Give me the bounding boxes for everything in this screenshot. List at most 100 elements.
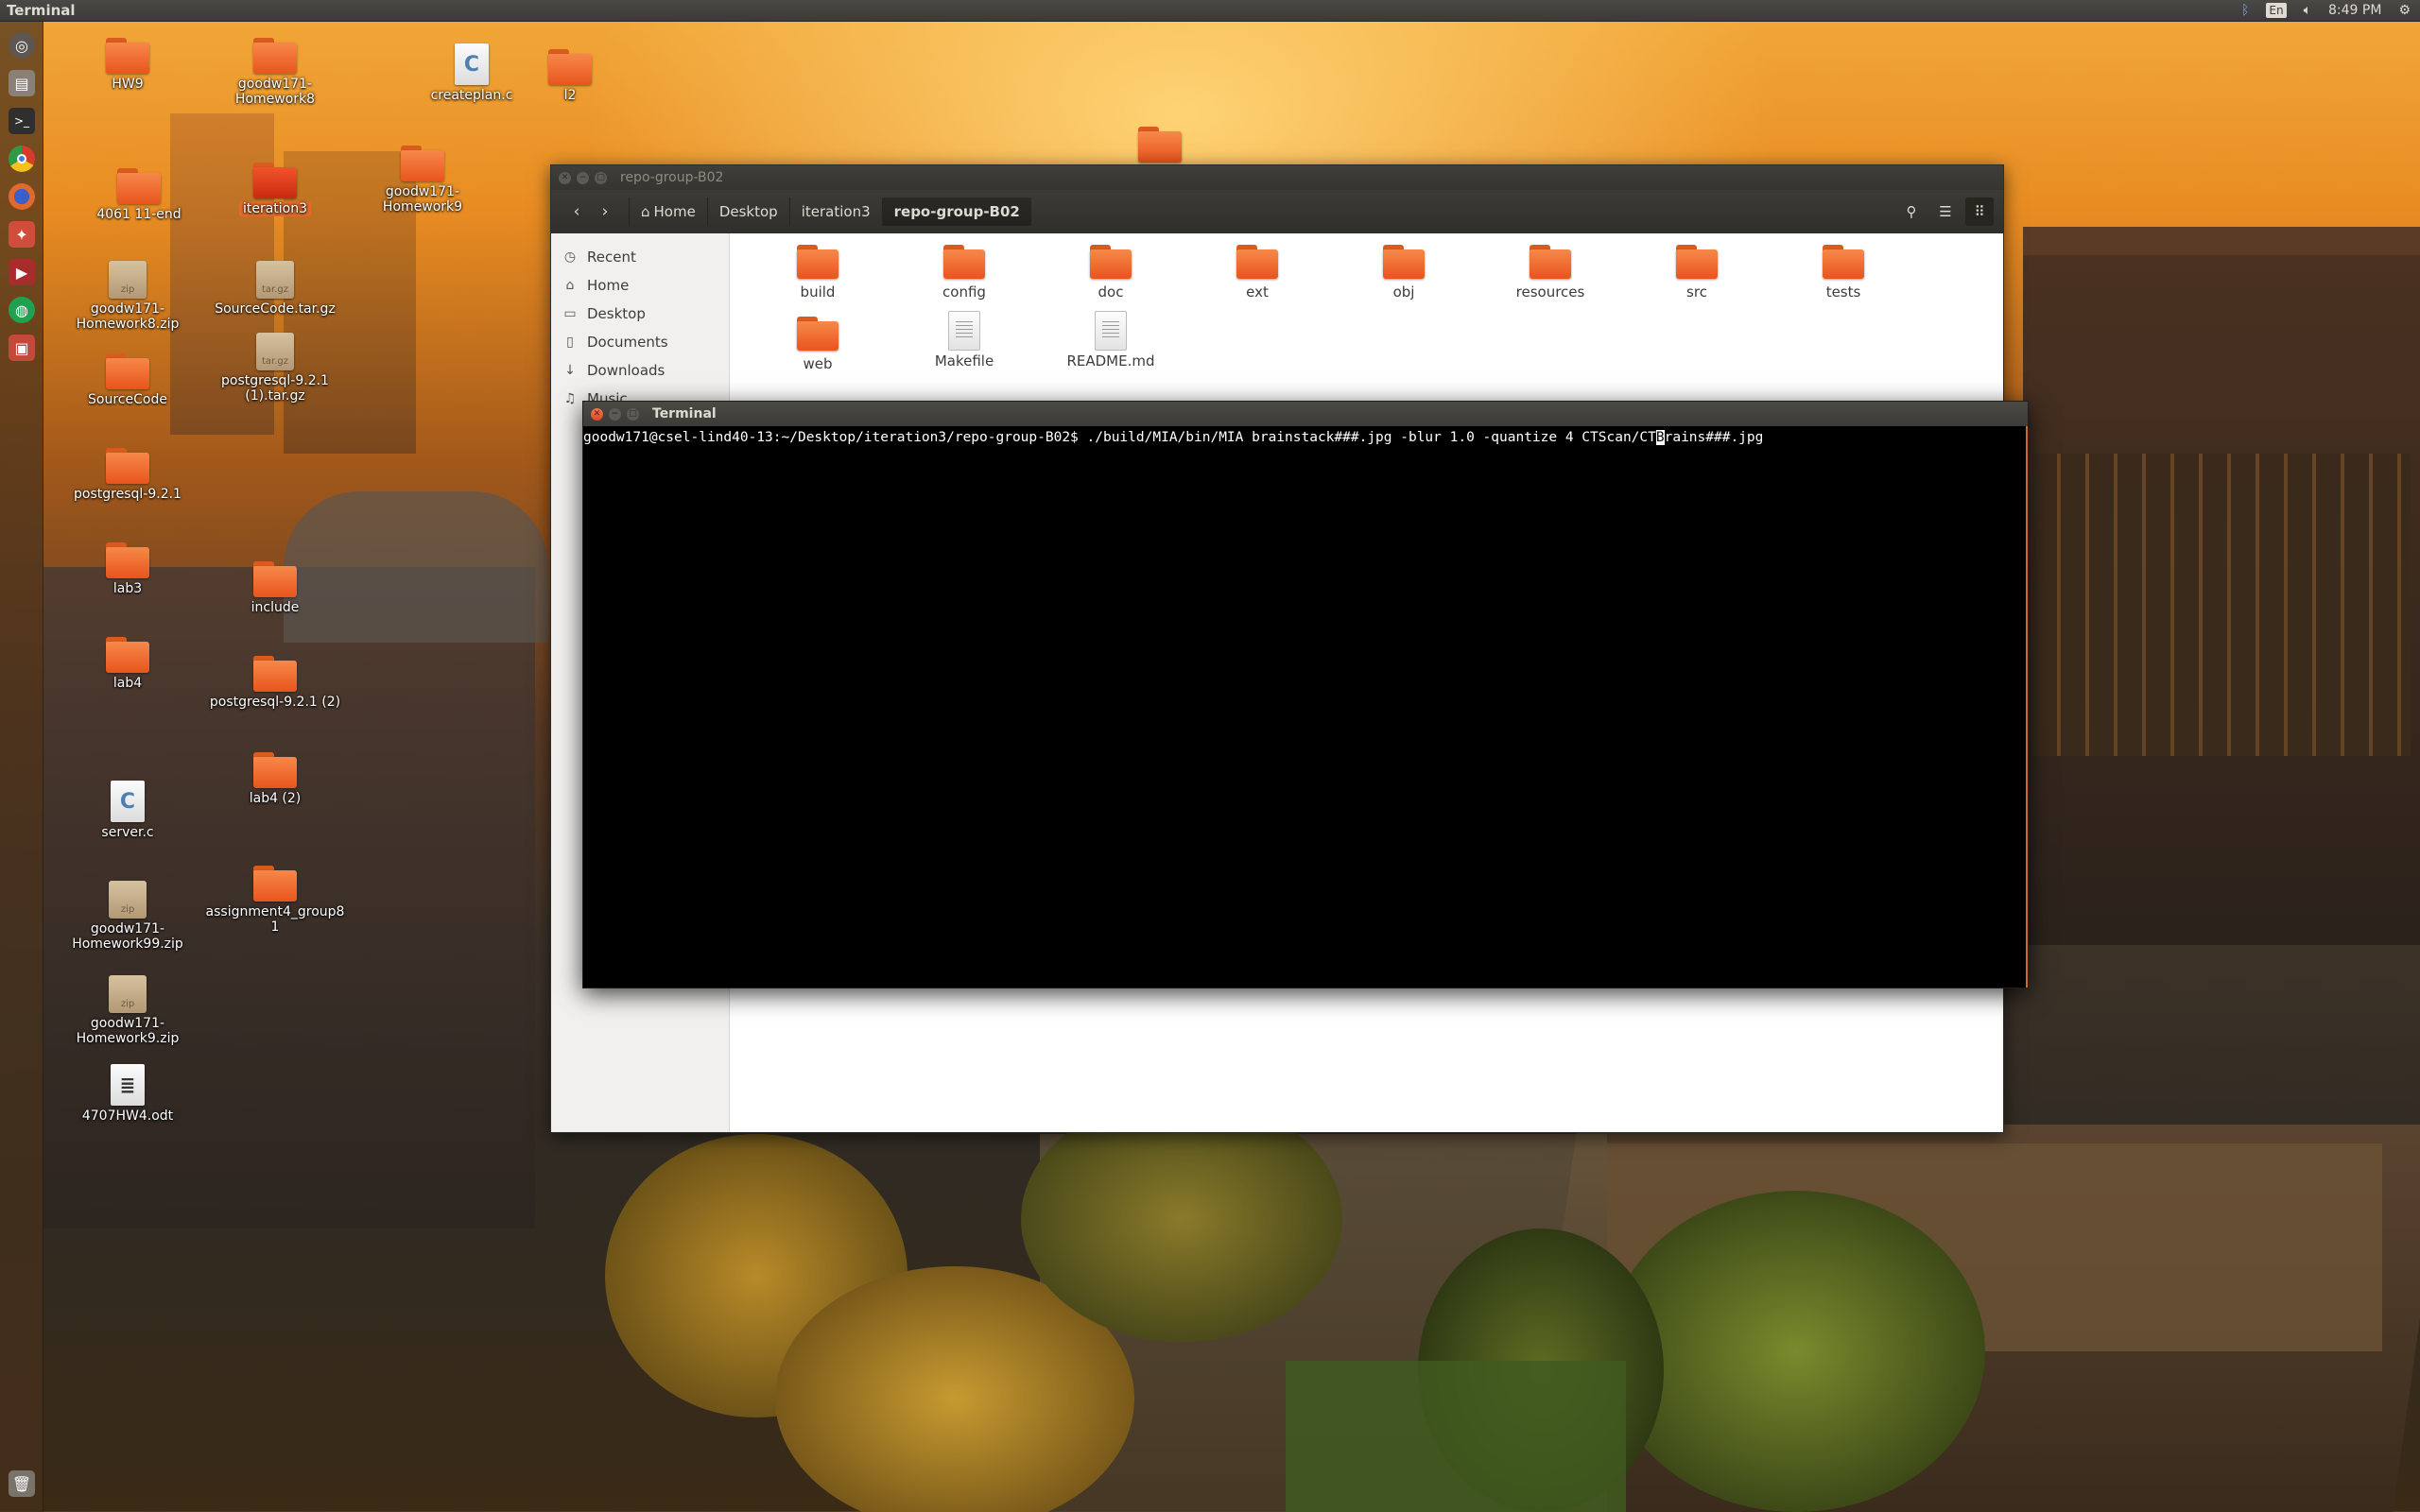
close-icon[interactable]: ✕ bbox=[559, 171, 571, 184]
desktop-icon[interactable]: assignment4_group81 bbox=[204, 866, 346, 935]
desktop-icon[interactable]: tar.gz SourceCode.tar.gz bbox=[204, 261, 346, 317]
sidebar-item-downloads[interactable]: ↓ Downloads bbox=[551, 356, 729, 385]
box-icon: ▣ bbox=[9, 335, 35, 361]
folder-icon bbox=[106, 637, 149, 673]
launcher-app[interactable]: ▶ bbox=[4, 256, 40, 288]
text-file-icon bbox=[948, 311, 980, 351]
desktop-icon[interactable]: SourceCode bbox=[57, 353, 199, 407]
desktop-icon[interactable]: Cserver.c bbox=[57, 781, 199, 840]
desktop-icon-label: lab3 bbox=[112, 581, 143, 596]
launcher-app[interactable]: ▣ bbox=[4, 332, 40, 364]
file-label: config bbox=[942, 284, 986, 301]
launcher-trash[interactable]: 🗑︎ bbox=[4, 1468, 40, 1500]
grid-view-button[interactable]: ⠿ bbox=[1965, 198, 1994, 226]
desktop-icon[interactable]: HW9 bbox=[57, 38, 199, 92]
folder-icon bbox=[106, 353, 149, 389]
folder-icon bbox=[253, 38, 297, 74]
desktop-icon[interactable]: tar.gz postgresql-9.2.1 (1).tar.gz bbox=[204, 333, 346, 404]
file-item[interactable]: README.md bbox=[1054, 311, 1167, 369]
window-title: Terminal bbox=[652, 406, 717, 421]
breadcrumb-home[interactable]: ⌂ Home bbox=[629, 198, 707, 226]
desktop-icon[interactable]: zip goodw171-Homework99.zip bbox=[57, 881, 199, 952]
breadcrumb-label: Home bbox=[653, 203, 696, 220]
launcher-settings[interactable]: ✦ bbox=[4, 218, 40, 250]
c-source-icon: C bbox=[111, 781, 145, 822]
desktop-icon[interactable]: lab4 bbox=[57, 637, 199, 691]
folder-icon bbox=[253, 561, 297, 597]
launcher-firefox[interactable] bbox=[4, 180, 40, 213]
desktop-icon[interactable]: postgresql-9.2.1 bbox=[57, 448, 199, 502]
keyboard-language-indicator[interactable]: En bbox=[2266, 3, 2287, 18]
active-app-title: Terminal bbox=[7, 2, 76, 19]
desktop-icon-label: goodw171-Homework8 bbox=[234, 77, 316, 107]
window-controls: ✕ − □ bbox=[591, 407, 639, 421]
dash-button[interactable]: ◎ bbox=[4, 29, 40, 61]
file-manager-titlebar[interactable]: ✕ − □ repo-group-B02 bbox=[551, 165, 2003, 190]
gear-icon[interactable]: ⚙ bbox=[2398, 3, 2411, 18]
sidebar-item-desktop[interactable]: ▭ Desktop bbox=[551, 300, 729, 328]
clock[interactable]: 8:49 PM bbox=[2328, 3, 2381, 18]
desktop-icon-label: 4061 11-end bbox=[96, 207, 182, 222]
folder-icon bbox=[1530, 245, 1571, 279]
bluetooth-icon[interactable]: ᛒ bbox=[2241, 3, 2249, 18]
file-item[interactable]: web bbox=[761, 317, 874, 372]
file-item[interactable]: obj bbox=[1347, 245, 1461, 301]
ubuntu-logo-icon: ◎ bbox=[9, 32, 35, 59]
desktop-icon[interactable]: include bbox=[204, 561, 346, 615]
list-view-button[interactable]: ☰ bbox=[1931, 198, 1960, 226]
desktop-icon[interactable]: lab4 (2) bbox=[204, 752, 346, 806]
desktop-icon[interactable]: lab3 bbox=[57, 542, 199, 596]
breadcrumb-desktop[interactable]: Desktop bbox=[706, 198, 789, 226]
download-icon: ↓ bbox=[564, 363, 576, 378]
close-icon[interactable]: ✕ bbox=[591, 407, 603, 421]
desktop-icon[interactable]: goodw171-Homework9 bbox=[352, 146, 493, 215]
desktop-icon-selected[interactable]: iteration3 bbox=[204, 163, 346, 216]
sidebar-item-recent[interactable]: ◷ Recent bbox=[551, 243, 729, 271]
file-item[interactable]: resources bbox=[1494, 245, 1607, 301]
terminal-titlebar[interactable]: ✕ − □ Terminal bbox=[583, 402, 2028, 426]
desktop-icon[interactable]: zip goodw171-Homework9.zip bbox=[57, 975, 199, 1046]
file-item[interactable]: ext bbox=[1201, 245, 1314, 301]
sidebar-item-home[interactable]: ⌂ Home bbox=[551, 271, 729, 300]
maximize-icon[interactable]: □ bbox=[627, 407, 639, 421]
desktop-icon[interactable]: ≣ 4707HW4.odt bbox=[57, 1064, 199, 1124]
sidebar-item-documents[interactable]: ▯ Documents bbox=[551, 328, 729, 356]
desktop-icon[interactable]: goodw171-Homework8 bbox=[204, 38, 346, 107]
file-item[interactable]: tests bbox=[1787, 245, 1900, 301]
file-item[interactable]: src bbox=[1640, 245, 1754, 301]
launcher-app[interactable]: ◍ bbox=[4, 294, 40, 326]
desktop-icon[interactable]: 4061 11-end bbox=[68, 168, 210, 222]
file-item[interactable]: config bbox=[908, 245, 1021, 301]
breadcrumb-iteration3[interactable]: iteration3 bbox=[788, 198, 882, 226]
terminal-output[interactable]: goodw171@csel-lind40-13:~/Desktop/iterat… bbox=[583, 426, 2028, 988]
minimize-icon[interactable]: − bbox=[609, 407, 621, 421]
sidebar-item-label: Home bbox=[587, 277, 630, 294]
window-controls: ✕ − □ bbox=[559, 171, 607, 184]
home-icon: ⌂ bbox=[565, 278, 575, 293]
terminal-window[interactable]: ✕ − □ Terminal goodw171@csel-lind40-13:~… bbox=[582, 401, 2029, 988]
search-button[interactable]: ⚲ bbox=[1897, 198, 1926, 226]
file-label: ext bbox=[1246, 284, 1269, 301]
maximize-icon[interactable]: □ bbox=[595, 171, 607, 184]
launcher-terminal[interactable]: >_ bbox=[4, 105, 40, 137]
launcher-chrome[interactable] bbox=[4, 143, 40, 175]
file-item[interactable]: Makefile bbox=[908, 311, 1021, 369]
sidebar-item-label: Desktop bbox=[587, 305, 646, 322]
desktop-icon[interactable] bbox=[1089, 127, 1231, 165]
desktop-icon-label: SourceCode.tar.gz bbox=[215, 301, 336, 317]
sidebar-item-label: Downloads bbox=[587, 362, 666, 379]
desktop-icon-label: server.c bbox=[101, 825, 154, 840]
desktop-icon[interactable]: postgresql-9.2.1 (2) bbox=[204, 656, 346, 710]
forward-button[interactable]: › bbox=[591, 198, 619, 226]
file-item[interactable]: build bbox=[761, 245, 874, 301]
launcher-files[interactable]: ▤ bbox=[4, 67, 40, 99]
folder-icon bbox=[106, 448, 149, 484]
desktop-icon[interactable]: l2 bbox=[499, 49, 641, 103]
minimize-icon[interactable]: − bbox=[577, 171, 589, 184]
file-item[interactable]: doc bbox=[1054, 245, 1167, 301]
back-button[interactable]: ‹ bbox=[562, 198, 591, 226]
desktop-icon[interactable]: zip goodw171-Homework8.zip bbox=[57, 261, 199, 332]
volume-icon[interactable]: 🔈︎ bbox=[2304, 3, 2311, 18]
breadcrumb-current[interactable]: repo-group-B02 bbox=[881, 198, 1031, 226]
sidebar-item-label: Documents bbox=[587, 334, 668, 351]
